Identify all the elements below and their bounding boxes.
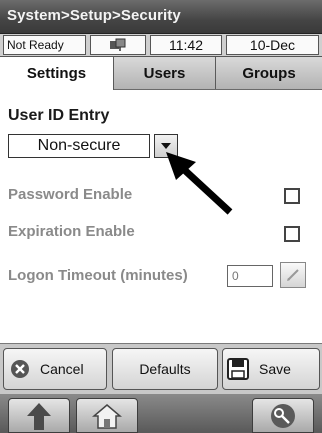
- expiration-enable-checkbox[interactable]: [284, 226, 300, 242]
- key-button[interactable]: [252, 398, 314, 433]
- save-icon: [227, 358, 249, 380]
- cancel-label: Cancel: [40, 361, 84, 377]
- breadcrumb: System>Setup>Security: [7, 7, 181, 24]
- chevron-down-icon: [161, 143, 171, 149]
- action-bar: Cancel Defaults Save: [0, 343, 322, 394]
- save-label: Save: [259, 361, 291, 377]
- title-bar: System>Setup>Security: [0, 0, 322, 34]
- key-icon: [271, 403, 295, 428]
- cancel-button[interactable]: Cancel: [3, 348, 107, 390]
- save-button[interactable]: Save: [222, 348, 320, 390]
- network-status-icon: [90, 35, 146, 55]
- cancel-icon: [10, 359, 30, 379]
- password-enable-checkbox[interactable]: [284, 188, 300, 204]
- password-enable-label: Password Enable: [8, 186, 133, 203]
- pointer-arrow-icon: [166, 152, 233, 215]
- status-time: 11:42: [150, 35, 222, 55]
- defaults-button[interactable]: Defaults: [112, 348, 218, 390]
- up-button[interactable]: [8, 398, 70, 433]
- edit-button[interactable]: [280, 262, 306, 288]
- status-date: 10-Dec: [226, 35, 319, 55]
- tab-groups[interactable]: Groups: [216, 57, 322, 89]
- user-id-entry-value[interactable]: Non-secure: [8, 134, 150, 158]
- status-bar: Not Ready 11:42 10-Dec: [0, 34, 322, 57]
- pencil-icon: [287, 269, 299, 281]
- tab-settings[interactable]: Settings: [0, 57, 114, 90]
- security-settings-screen: System>Setup>Security Not Ready 11:42 10…: [0, 0, 322, 433]
- user-id-entry-select[interactable]: Non-secure: [8, 134, 180, 158]
- up-arrow-icon: [27, 402, 51, 430]
- tab-users[interactable]: Users: [114, 57, 216, 89]
- home-icon: [92, 403, 122, 429]
- expiration-enable-label: Expiration Enable: [8, 223, 135, 240]
- logon-timeout-label: Logon Timeout (minutes): [8, 267, 188, 284]
- settings-panel: User ID Entry Non-secure Password Enable…: [0, 90, 322, 342]
- tab-bar: Settings Users Groups: [0, 57, 322, 90]
- logon-timeout-input[interactable]: 0: [227, 265, 273, 287]
- status-state: Not Ready: [3, 35, 86, 55]
- bottom-nav: [0, 394, 322, 433]
- dropdown-button[interactable]: [154, 134, 178, 158]
- user-id-entry-label: User ID Entry: [8, 107, 110, 124]
- home-button[interactable]: [76, 398, 138, 433]
